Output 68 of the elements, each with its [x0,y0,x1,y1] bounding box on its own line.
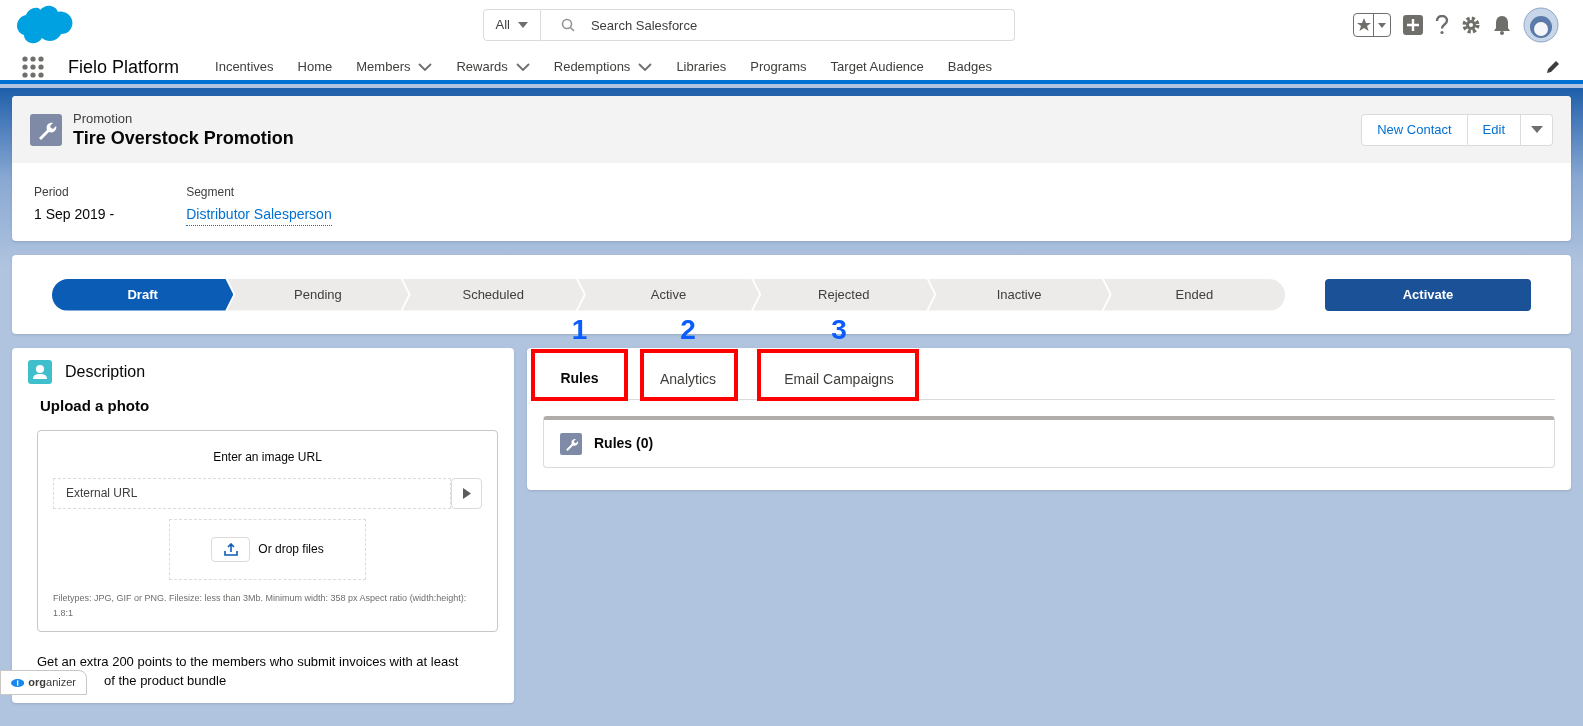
path-stage[interactable]: Rejected [753,278,935,311]
app-launcher-icon[interactable] [22,56,44,78]
more-actions-button[interactable] [1521,113,1553,146]
edit-icon[interactable] [1545,59,1561,75]
scope-dropdown[interactable]: All [482,9,541,41]
path-stage[interactable]: Pending [227,278,409,311]
upload-heading: Upload a photo [40,396,151,416]
annotation-number: 1 [570,315,589,345]
record-title: Tire Overstock Promotion [73,126,294,149]
card-title: Description [65,362,146,382]
field-value: 1 Sep 2019 - [34,205,115,224]
nav-item[interactable]: Programs [750,57,807,77]
field-label: Period [34,184,70,201]
tab[interactable]: Rules [543,359,616,399]
drop-label: Or drop files [258,541,324,558]
nav-item[interactable]: Rewards [456,57,530,77]
annotation-number: 3 [830,315,848,345]
wrench-icon [560,432,582,455]
panel-title: Rules (0) [594,434,654,453]
nav-item[interactable]: Home [297,57,333,77]
activate-button[interactable]: Activate [1325,278,1531,311]
path-stage[interactable]: Draft [52,278,234,311]
description-text: of the product bundle [104,671,228,690]
play-icon [462,487,471,499]
object-type: Promotion [73,110,134,127]
annotation-number: 2 [679,315,697,345]
field-label: Segment [186,184,236,201]
wrench-icon [30,113,62,146]
submit-url-button[interactable] [451,477,482,509]
segment-link[interactable]: Distributor Salesperson [186,204,332,226]
caret-icon [1378,22,1386,28]
search-field[interactable]: Search Salesforce [540,9,1015,41]
star-icon [1356,18,1371,32]
settings-icon[interactable] [1461,15,1481,35]
nav-item[interactable]: Target Audience [830,57,924,77]
help-icon[interactable] [1435,15,1449,35]
favorites-button[interactable] [1353,13,1391,37]
url-label: Enter an image URL [212,448,323,466]
path-stage[interactable]: Ended [1103,278,1285,311]
tab[interactable]: Analytics [654,359,722,399]
action-button[interactable]: New Contact [1361,113,1468,146]
search-icon [560,18,575,32]
cloud-icon [11,676,25,689]
nav-item[interactable]: Incentives [215,57,274,77]
upload-icon [223,542,238,556]
add-icon[interactable] [1403,15,1423,35]
organizer-label: organizer [28,675,76,691]
url-field[interactable]: External URL [53,477,451,509]
nav-item[interactable]: Libraries [676,57,727,77]
path-stage[interactable]: Active [577,278,760,311]
notifications-icon[interactable] [1493,15,1511,35]
upload-button[interactable] [211,536,251,562]
nav-item[interactable]: Members [356,57,433,77]
avatar[interactable] [1523,7,1559,43]
app-name: Fielo Platform [68,55,180,79]
organizer-widget[interactable]: organizer [0,670,87,695]
caret-icon [1530,126,1543,133]
person-icon [28,360,52,384]
nav-item[interactable]: Badges [947,57,992,77]
file-hint: Filetypes: JPG, GIF or PNG. Filesize: less than 3Mb. Minimum width: 358 px Aspect ratio (width:height): 1.8:1 [53,591,468,620]
tab[interactable]: Email Campaigns [774,359,904,399]
path-stage[interactable]: Inactive [928,278,1110,311]
caret-icon [517,22,528,28]
nav-item[interactable]: Redemptions [553,57,653,77]
cloud-logo[interactable] [16,5,74,45]
description-text: Get an extra 200 points to the members who submit invoices with at least [37,652,460,671]
action-button[interactable]: Edit [1467,113,1521,146]
path-stage[interactable]: Scheduled [402,278,584,311]
